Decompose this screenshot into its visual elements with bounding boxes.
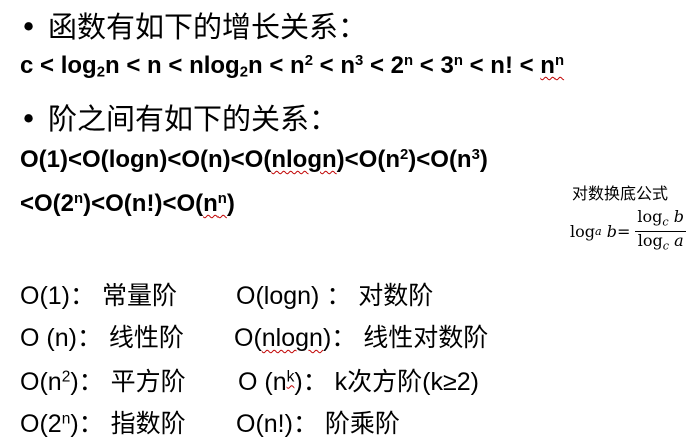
- order-heading-line: • 阶之间有如下的关系：: [20, 96, 338, 138]
- formula-expression: log a b = logc b logc a: [570, 207, 687, 256]
- n-to-n: nn: [203, 190, 227, 217]
- complexity-linear: O (n)： 线性阶: [20, 324, 184, 352]
- complexity-quadratic: O(n2)： 平方阶: [20, 368, 186, 396]
- complexity-exponential: O(2n)： 指数阶: [20, 410, 186, 438]
- complexity-constant: O(1)： 常量阶: [20, 282, 177, 310]
- growth-heading: 函数有如下的增长关系：: [48, 10, 368, 44]
- change-of-base-formula: 对数换底公式 log a b = logc b logc a: [570, 180, 687, 256]
- n-to-n: nn: [540, 52, 565, 79]
- bullet-icon: •: [20, 102, 38, 136]
- bullet-icon: •: [20, 10, 38, 44]
- complexity-log: O(logn) ： 对数阶: [236, 282, 434, 310]
- growth-heading-line: • 函数有如下的增长关系：: [20, 4, 367, 46]
- complexity-factorial: O(n!)： 阶乘阶: [236, 410, 400, 438]
- formula-fraction: logc b logc a: [635, 207, 687, 253]
- formula-title: 对数换底公式: [572, 184, 669, 203]
- complexity-polynomial-k: O (nk)： k次方阶(k≥2): [238, 368, 479, 396]
- order-chain-line2: <O(2n)<O(n!)<O(nn): [20, 190, 235, 217]
- complexity-nlogn: O(nlogn)： 线性对数阶: [234, 324, 489, 352]
- order-chain-line1: O(1)<O(logn)<O(n)<O(nlogn)<O(n2)<O(n3): [20, 146, 488, 173]
- growth-chain: c < log2n < n < nlog2n < n2 < n3 < 2n < …: [20, 52, 565, 81]
- order-heading: 阶之间有如下的关系：: [48, 102, 339, 136]
